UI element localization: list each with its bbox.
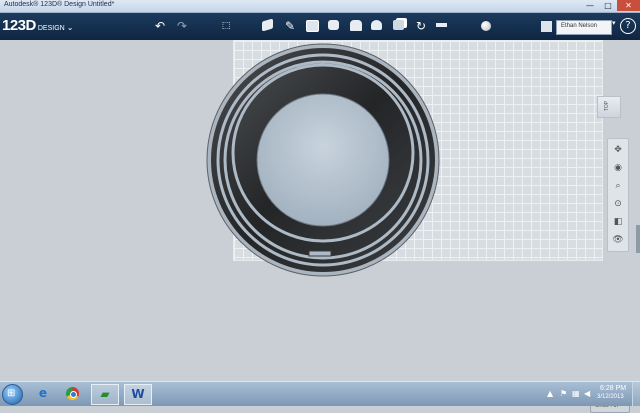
minimize-button[interactable]: — [581, 0, 599, 11]
undo-button[interactable]: ↶ [153, 19, 167, 33]
chevron-down-icon: ⌄ [66, 23, 74, 32]
snap-icon[interactable]: ↻ [414, 19, 428, 33]
logo-main: 123D [2, 17, 36, 34]
view-cube[interactable]: TOP [597, 96, 621, 118]
combine-icon[interactable] [393, 20, 404, 30]
grouping-icon[interactable] [371, 20, 382, 30]
clock-date[interactable]: 3/12/2013 [597, 394, 624, 400]
viewcube-label: TOP [604, 100, 611, 112]
orbit-icon[interactable]: ◉ [611, 161, 625, 175]
transform-icon[interactable]: ⬚ [219, 19, 233, 33]
app-menu-button[interactable]: 123D DESIGN ⌄ [2, 17, 73, 35]
action-center-icon[interactable]: ⚑ [560, 389, 567, 398]
app-toolbar: 123D DESIGN ⌄ ↶ ↷ ⬚ ✎ ↻ Ethan Nelson ▾ ? [0, 13, 640, 40]
modify-icon[interactable] [328, 20, 339, 30]
3d-viewport[interactable]: TOP ✥ ◉ ⌕ ⊙ ◧ 👁 Units : in [0, 40, 640, 413]
window-title: Autodesk® 123D® Design Untitled* [4, 1, 115, 8]
tray-arrow-icon[interactable]: ▲ [547, 389, 553, 398]
help-button[interactable]: ? [620, 18, 636, 34]
clock-time[interactable]: 6:28 PM [600, 385, 626, 392]
chevron-down-icon[interactable]: ▾ [612, 19, 616, 27]
material-view-icon[interactable]: ◧ [611, 215, 625, 229]
logo-sub: DESIGN [37, 25, 65, 32]
volume-icon[interactable]: ◀ [584, 389, 590, 398]
material-sphere-icon[interactable] [481, 21, 491, 31]
chrome-icon[interactable] [60, 384, 86, 403]
window-titlebar: Autodesk® 123D® Design Untitled* — □ ✕ [0, 0, 640, 13]
navigation-bar: ✥ ◉ ⌕ ⊙ ◧ 👁 [607, 138, 629, 252]
zoom-icon[interactable]: ⌕ [611, 179, 625, 193]
windows-logo-icon: ⊞ [7, 388, 16, 399]
show-desktop-button[interactable] [632, 382, 640, 406]
sketch-icon[interactable]: ✎ [283, 19, 297, 33]
windows-taskbar: ⊞ e ▰ W ▲ ⚑ ▦ ◀ 6:28 PM 3/12/2013 [0, 381, 640, 406]
construct-icon[interactable] [306, 20, 319, 32]
side-scroll-tab[interactable] [636, 225, 640, 253]
measure-icon[interactable] [436, 23, 447, 27]
word-icon[interactable]: W [124, 384, 152, 405]
close-button[interactable]: ✕ [617, 0, 640, 11]
pattern-icon[interactable] [350, 20, 362, 31]
tab-notch [308, 250, 332, 257]
123d-app-icon[interactable]: ▰ [91, 384, 119, 405]
maximize-button[interactable]: □ [599, 0, 617, 11]
pan-icon[interactable]: ✥ [611, 143, 625, 157]
avatar [541, 21, 552, 32]
eye-icon[interactable]: 👁 [611, 233, 625, 247]
fit-icon[interactable]: ⊙ [611, 197, 625, 211]
start-button[interactable]: ⊞ [2, 384, 23, 405]
user-account-dropdown[interactable]: Ethan Nelson [556, 20, 612, 35]
internet-explorer-icon[interactable]: e [30, 384, 56, 403]
ring-model[interactable] [203, 40, 443, 280]
network-icon[interactable]: ▦ [572, 389, 580, 398]
redo-button[interactable]: ↷ [175, 19, 189, 33]
user-name: Ethan Nelson [561, 23, 598, 29]
primitives-icon[interactable] [262, 18, 273, 32]
inner-face [256, 93, 390, 227]
